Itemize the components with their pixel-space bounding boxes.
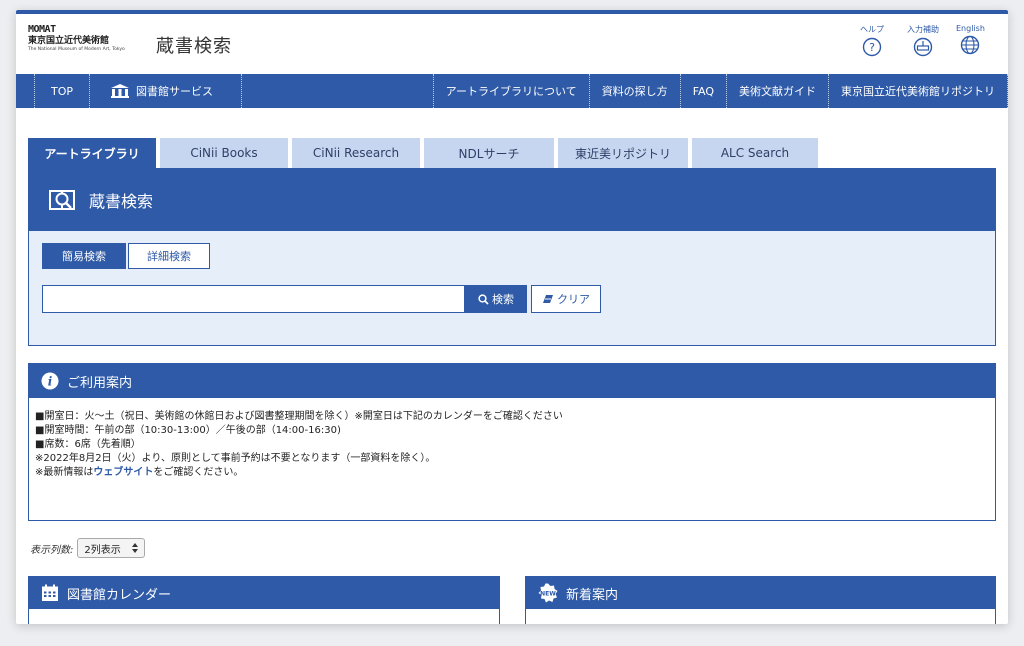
input-assist-link[interactable]: 入力補助: [907, 24, 939, 57]
tab-cinii-books[interactable]: CiNii Books: [160, 138, 288, 168]
usage-info-title: ご利用案内: [67, 375, 133, 391]
info-icon: i: [41, 372, 59, 390]
nav-library-services[interactable]: 図書館サービス: [90, 74, 242, 108]
globe-icon: [961, 35, 980, 55]
website-link[interactable]: ウェブサイト: [93, 467, 153, 478]
advanced-search-tab[interactable]: 詳細検索: [128, 243, 210, 269]
info-line-hours: ■開室時間：午前の部（10:30-13:00）／午後の部（14:00-16:30…: [35, 425, 341, 436]
browser-window: MOMAT 東京国立近代美術館 The National Museum of M…: [16, 10, 1008, 624]
select-arrows-icon: [132, 543, 139, 553]
clear-button-label: クリア: [557, 293, 590, 306]
usage-info-header: i ご利用案内: [29, 364, 995, 398]
nav-literature-guide[interactable]: 美術文献ガイド: [727, 74, 829, 108]
nav-how-to-search[interactable]: 資料の探し方: [590, 74, 681, 108]
english-label: English: [956, 24, 985, 33]
calendar-card: 図書館カレンダー: [28, 576, 500, 624]
info-line-open-days: ■開室日：火～土（祝日、美術館の休館日および図書整理期間を除く）※開室日は下記の…: [35, 411, 563, 422]
nav-faq[interactable]: FAQ: [681, 74, 727, 108]
news-card-header: NEW 新着案内: [526, 577, 995, 609]
museum-logo[interactable]: MOMAT 東京国立近代美術館 The National Museum of M…: [28, 24, 158, 53]
column-count-value: 2列表示: [84, 544, 121, 556]
calendar-card-title: 図書館カレンダー: [67, 587, 172, 603]
site-title: 蔵書検索: [156, 36, 232, 57]
book-search-icon: [49, 190, 75, 210]
main-nav: TOP 図書館サービス アートライブラリについて 資料の探し方 FAQ 美術文献…: [16, 74, 1008, 108]
news-card: NEW 新着案内: [525, 576, 996, 624]
simple-search-tab[interactable]: 簡易検索: [42, 243, 126, 269]
info-latest-prefix: ※最新情報は: [35, 467, 94, 478]
info-line-reservation: ※2022年8月2日（火）より、原則として事前予約は不要となります（一部資料を除…: [35, 453, 436, 464]
nav-about[interactable]: アートライブラリについて: [434, 74, 590, 108]
column-count-select[interactable]: 2列表示: [77, 538, 146, 558]
site-header: MOMAT 東京国立近代美術館 The National Museum of M…: [16, 14, 1008, 74]
search-input[interactable]: [42, 285, 465, 313]
search-button-label: 検索: [492, 293, 514, 306]
input-assist-label: 入力補助: [907, 25, 939, 34]
search-row: 検索 クリア: [42, 285, 601, 313]
calendar-card-header: 図書館カレンダー: [29, 577, 499, 609]
logo-mark: MOMAT: [28, 24, 56, 35]
svg-text:i: i: [48, 375, 53, 389]
info-line-latest: ※最新情報はウェブサイトをご確認ください。: [35, 466, 563, 480]
svg-text:NEW: NEW: [540, 591, 556, 598]
news-card-title: 新着案内: [566, 587, 619, 603]
nav-top[interactable]: TOP: [34, 74, 90, 108]
tab-alc-search[interactable]: ALC Search: [692, 138, 818, 168]
logo-english-name: The National Museum of Modern Art, Tokyo: [28, 47, 125, 52]
logo-japanese-name: 東京国立近代美術館: [28, 36, 110, 46]
usage-info-panel: i ご利用案内 ■開室日：火～土（祝日、美術館の休館日および図書整理期間を除く）…: [28, 363, 996, 521]
new-badge-icon: NEW: [538, 583, 558, 603]
eraser-icon: [543, 295, 553, 303]
keyboard-icon: [913, 37, 933, 57]
nav-spacer: [242, 74, 434, 108]
help-label: ヘルプ: [860, 25, 884, 34]
tab-ndl-search[interactable]: NDLサーチ: [424, 138, 554, 168]
tab-cinii-research[interactable]: CiNii Research: [292, 138, 420, 168]
search-button[interactable]: 検索: [465, 285, 527, 313]
search-panel: 蔵書検索 簡易検索 詳細検索 検索 クリア: [28, 168, 996, 346]
library-building-icon: [111, 84, 129, 98]
nav-library-services-label: 図書館サービス: [136, 85, 213, 98]
search-mode-tabs: 簡易検索 詳細検索: [42, 243, 210, 269]
help-link[interactable]: ヘルプ ?: [860, 24, 884, 57]
english-link[interactable]: English: [956, 24, 985, 55]
tab-art-library[interactable]: アートライブラリ: [28, 138, 156, 168]
column-count-row: 表示列数: 2列表示: [30, 538, 146, 558]
usage-info-body: ■開室日：火～土（祝日、美術館の休館日および図書整理期間を除く）※開室日は下記の…: [35, 410, 563, 480]
svg-text:?: ?: [869, 41, 875, 54]
info-latest-suffix: をご確認ください。: [153, 467, 244, 478]
search-icon: [478, 293, 489, 305]
tab-momat-repository[interactable]: 東近美リポジトリ: [558, 138, 688, 168]
clear-button[interactable]: クリア: [531, 285, 601, 313]
search-source-tabs: アートライブラリ CiNii Books CiNii Research NDLサ…: [28, 138, 818, 168]
search-panel-header: 蔵書検索: [29, 169, 995, 231]
info-line-seats: ■席数：6席（先着順）: [35, 439, 141, 450]
nav-repository[interactable]: 東京国立近代美術館リポジトリ: [829, 74, 1008, 108]
calendar-icon: [42, 584, 58, 601]
help-icon: ?: [862, 37, 882, 57]
search-panel-title: 蔵書検索: [89, 192, 154, 211]
column-count-label: 表示列数:: [30, 544, 74, 556]
